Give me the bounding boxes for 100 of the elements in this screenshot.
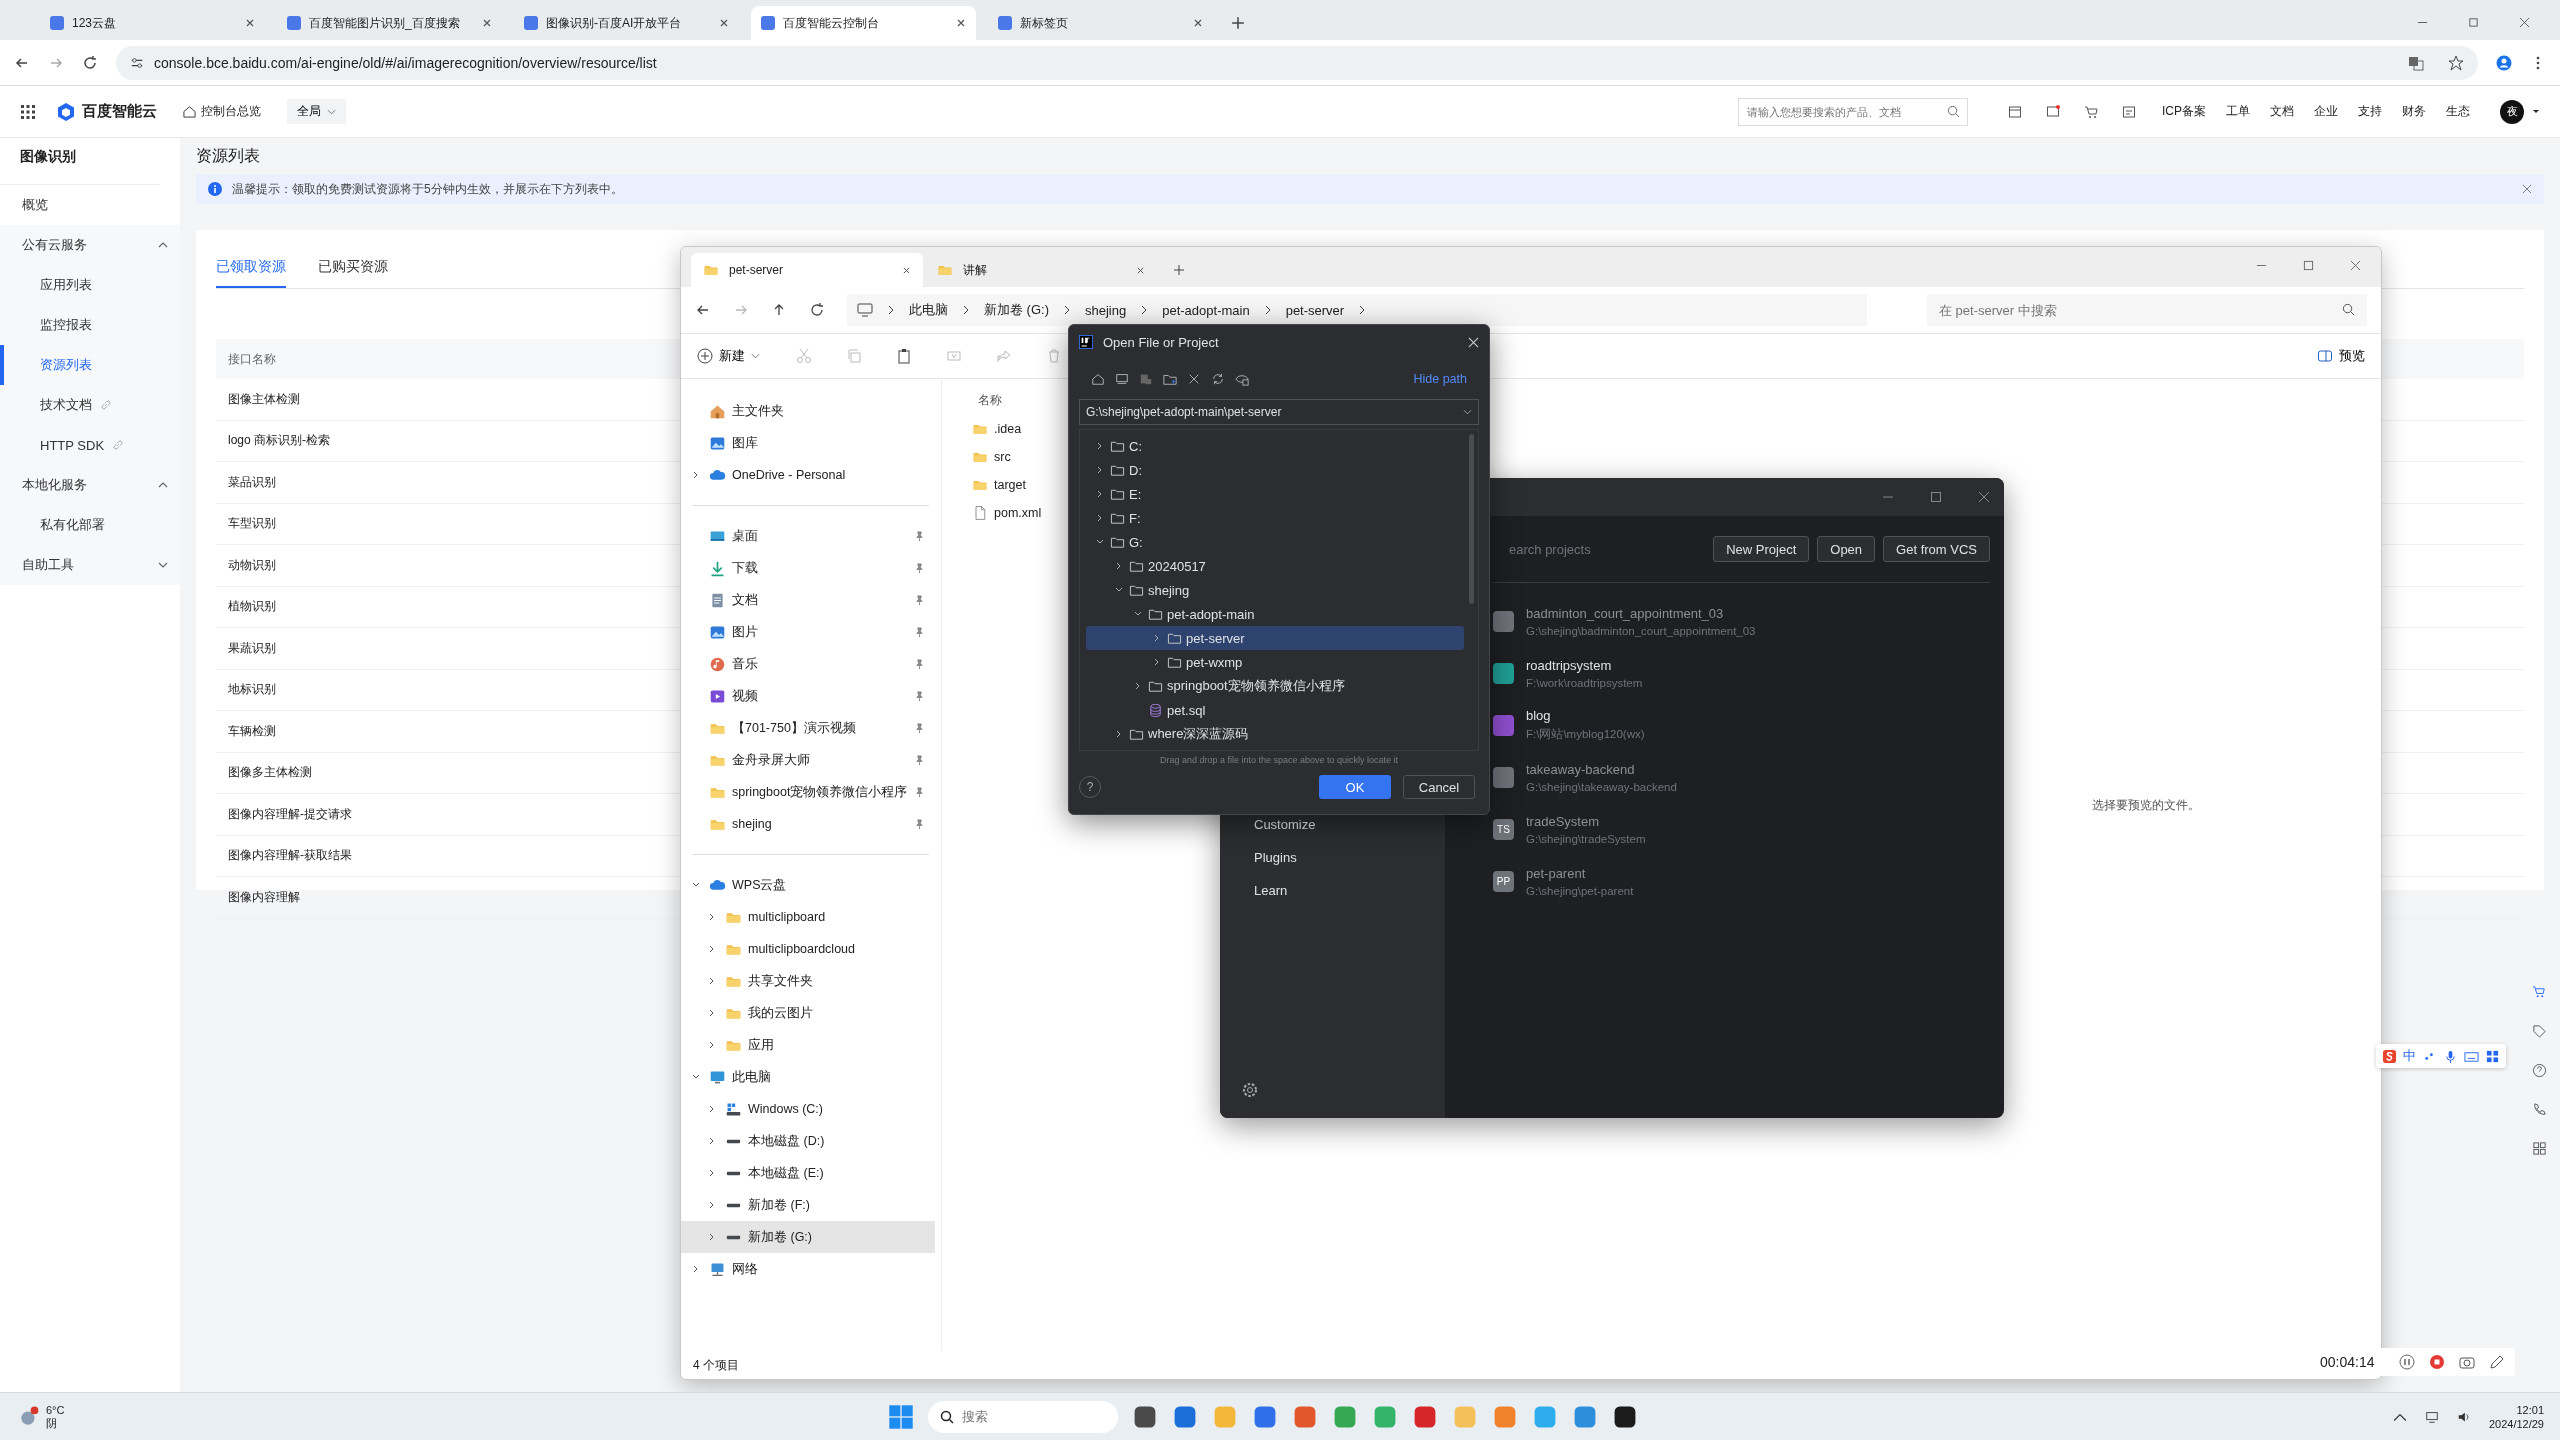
calendar-icon[interactable] xyxy=(2008,104,2022,119)
search-icon[interactable] xyxy=(2342,303,2355,316)
close-icon[interactable] xyxy=(956,18,966,28)
nav-item[interactable]: 【701-750】演示视频 xyxy=(681,712,935,744)
close-icon[interactable] xyxy=(1136,265,1145,275)
pin-icon[interactable] xyxy=(914,594,925,606)
header-link[interactable]: 生态 xyxy=(2446,103,2470,120)
project-item[interactable]: takeaway-backend G:\shejing\takeaway-backend xyxy=(1493,751,1990,803)
settings-icon[interactable] xyxy=(1242,1082,1258,1098)
nav-item[interactable]: shejing xyxy=(681,808,935,840)
project-item[interactable]: roadtripsystem F:\work\roadtripsystem xyxy=(1493,647,1990,699)
nav-item[interactable]: 图库 xyxy=(681,427,935,459)
home-icon[interactable] xyxy=(1091,372,1105,386)
pin-icon[interactable] xyxy=(914,626,925,638)
caret-icon[interactable] xyxy=(2532,109,2540,114)
pause-icon[interactable] xyxy=(2398,1354,2415,1370)
camera-icon[interactable] xyxy=(2458,1354,2475,1370)
project-item[interactable]: TS tradeSystem G:\shejing\tradeSystem xyxy=(1493,803,1990,855)
sidebar-group[interactable]: 本地化服务 xyxy=(0,465,180,505)
sidebar-item[interactable]: 资源列表 xyxy=(0,345,180,385)
project-item[interactable]: blog F:\网站\myblog120(wx) xyxy=(1493,699,1990,751)
menu-item[interactable]: Plugins xyxy=(1254,841,1297,874)
nav-item[interactable]: multiclipboard xyxy=(681,901,935,933)
grid-icon[interactable] xyxy=(2532,1141,2547,1156)
browser-tab[interactable]: 百度智能图片识别_百度搜索 xyxy=(277,6,502,40)
desktop-icon[interactable] xyxy=(1115,372,1129,386)
console-overview-link[interactable]: 控制台总览 xyxy=(183,103,261,120)
close-icon[interactable] xyxy=(719,18,729,28)
tree-item[interactable]: shejing xyxy=(1086,578,1464,602)
microphone-icon[interactable] xyxy=(2443,1048,2458,1064)
nav-item[interactable]: 应用 xyxy=(681,1029,935,1061)
nav-item[interactable]: 新加卷 (F:) xyxy=(681,1189,935,1221)
project-item[interactable]: badminton_court_appointment_03 G:\shejing\badminton_court_appointment_03 xyxy=(1493,595,1990,647)
breadcrumb-item[interactable]: shejing xyxy=(1085,302,1127,318)
close-icon[interactable] xyxy=(2522,184,2532,194)
tree-item[interactable]: pet-wxmp xyxy=(1086,650,1464,674)
sidebar-item[interactable]: HTTP SDK xyxy=(0,425,180,465)
browser-tab[interactable]: 图像识别-百度AI开放平台 xyxy=(514,6,739,40)
grid-icon[interactable] xyxy=(2485,1048,2500,1064)
nav-item[interactable]: 主文件夹 xyxy=(681,395,935,427)
star-icon[interactable] xyxy=(2448,54,2464,71)
cancel-button[interactable]: Cancel xyxy=(1403,775,1475,799)
close-icon[interactable] xyxy=(482,18,492,28)
refresh-icon[interactable] xyxy=(809,302,825,318)
breadcrumb-item[interactable]: 新加卷 (G:) xyxy=(984,301,1049,319)
nav-item[interactable]: 视频 xyxy=(681,680,935,712)
refresh-icon[interactable] xyxy=(1211,372,1225,386)
new-folder-icon[interactable] xyxy=(1163,372,1177,386)
header-link[interactable]: 文档 xyxy=(2270,103,2294,120)
apps-grid-icon[interactable] xyxy=(20,103,36,120)
pin-icon[interactable] xyxy=(914,658,925,670)
message-icon[interactable] xyxy=(2046,104,2060,119)
network-icon[interactable] xyxy=(2424,1409,2439,1424)
ime-mode[interactable]: 中 xyxy=(2403,1047,2416,1065)
tag-icon[interactable] xyxy=(2532,1024,2547,1039)
clock-time[interactable]: 12:01 xyxy=(2516,1402,2544,1417)
chevron-icon[interactable] xyxy=(158,242,168,248)
billing-icon[interactable] xyxy=(2122,104,2136,119)
nav-item[interactable]: Windows (C:) xyxy=(681,1093,935,1125)
nav-item[interactable]: 共享文件夹 xyxy=(681,965,935,997)
project-icon[interactable] xyxy=(1139,372,1153,386)
header-link[interactable]: 工单 xyxy=(2226,103,2250,120)
pin-icon[interactable] xyxy=(914,530,925,542)
search-icon[interactable] xyxy=(940,1409,954,1424)
maximize-icon[interactable] xyxy=(2303,260,2314,271)
reload-icon[interactable] xyxy=(82,54,98,71)
address-bar[interactable]: console.bce.baidu.com/ai-engine/old/#/ai/imagerecognition/overview/resource/list xyxy=(116,45,2478,80)
tree-item[interactable]: G: xyxy=(1086,530,1464,554)
nav-item[interactable]: 网络 xyxy=(681,1253,935,1285)
nav-item[interactable]: 此电脑 xyxy=(681,1061,935,1093)
nav-item[interactable]: 下载 xyxy=(681,552,935,584)
ime-logo-icon[interactable] xyxy=(2382,1048,2397,1064)
breadcrumb-item[interactable]: 此电脑 xyxy=(909,301,948,319)
ide-button[interactable]: Get from VCS xyxy=(1883,536,1990,562)
header-link[interactable]: 财务 xyxy=(2402,103,2426,120)
tree-item[interactable]: pet.sql xyxy=(1086,698,1464,722)
pin-icon[interactable] xyxy=(914,754,925,766)
search-field[interactable]: earch projects xyxy=(1493,540,1706,558)
browser-tab[interactable]: 123云盘 xyxy=(40,6,265,40)
tree-item[interactable]: pet-server xyxy=(1086,626,1464,650)
nav-item[interactable]: multiclipboardcloud xyxy=(681,933,935,965)
search-field[interactable]: 在 pet-server 中搜索 xyxy=(1927,294,2367,326)
header-link[interactable]: ICP备案 xyxy=(2162,103,2206,120)
sidebar-item[interactable]: 技术文档 xyxy=(0,385,180,425)
tree-item[interactable]: pet-adopt-main xyxy=(1086,602,1464,626)
nav-item[interactable]: 桌面 xyxy=(681,520,935,552)
close-icon[interactable] xyxy=(245,18,255,28)
show-hidden-icon[interactable] xyxy=(1235,372,1249,386)
chevron-icon[interactable] xyxy=(158,562,168,568)
tree-item[interactable]: D: xyxy=(1086,458,1464,482)
pin-icon[interactable] xyxy=(914,722,925,734)
tree-item[interactable]: where深深蓝源码 xyxy=(1086,722,1464,746)
sidebar-item[interactable]: 概览 xyxy=(0,185,180,225)
nav-item[interactable]: 新加卷 (G:) xyxy=(681,1221,935,1253)
tree-item[interactable]: C: xyxy=(1086,434,1464,458)
project-item[interactable]: PP pet-parent G:\shejing\pet-parent xyxy=(1493,855,1990,907)
browser-tab[interactable]: 新标签页 xyxy=(988,6,1213,40)
nav-item[interactable]: springboot宠物领养微信小程序 xyxy=(681,776,935,808)
tab[interactable]: 已领取资源 xyxy=(216,252,286,288)
nav-item[interactable]: 音乐 xyxy=(681,648,935,680)
